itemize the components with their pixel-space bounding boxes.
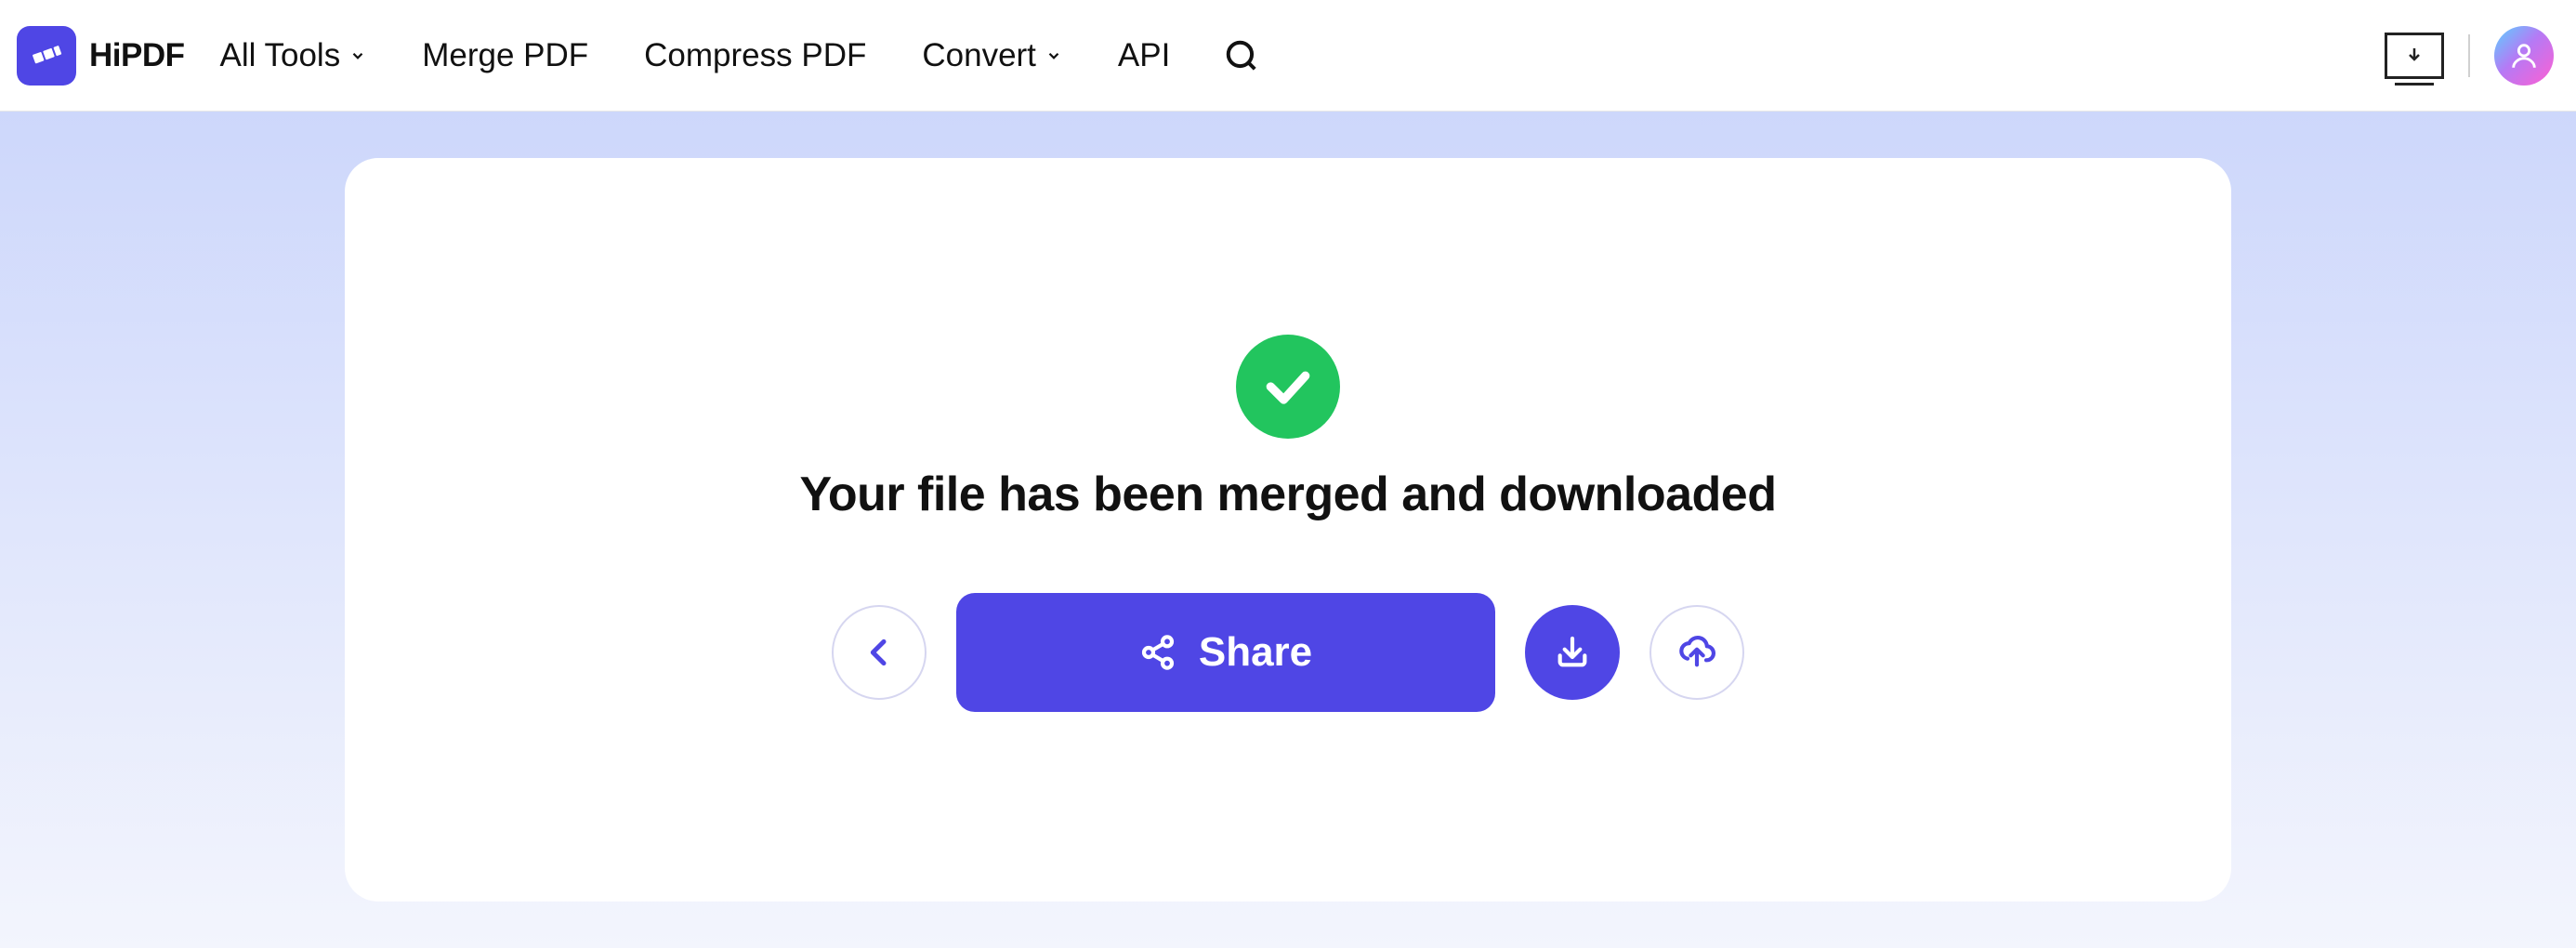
main-nav: All Tools Merge PDF Compress PDF Convert… — [220, 37, 1171, 74]
download-button[interactable] — [1525, 605, 1620, 700]
logo-icon — [28, 37, 65, 74]
divider — [2468, 34, 2470, 77]
nav-convert[interactable]: Convert — [922, 37, 1062, 74]
download-icon — [1554, 634, 1591, 671]
share-icon — [1139, 634, 1176, 671]
nav-label: Compress PDF — [644, 37, 866, 74]
nav-compress-pdf[interactable]: Compress PDF — [644, 37, 866, 74]
nav-api[interactable]: API — [1118, 37, 1170, 74]
user-avatar[interactable] — [2494, 26, 2554, 86]
chevron-left-icon — [861, 634, 898, 671]
nav-all-tools[interactable]: All Tools — [220, 37, 367, 74]
brand-name[interactable]: HiPDF — [89, 37, 185, 74]
success-title: Your file has been merged and downloaded — [800, 467, 1777, 522]
nav-label: API — [1118, 37, 1170, 74]
logo[interactable] — [17, 26, 76, 86]
chevron-down-icon — [1045, 47, 1062, 64]
result-card: Your file has been merged and downloaded… — [345, 158, 2231, 902]
check-icon — [1262, 361, 1314, 413]
share-label: Share — [1199, 629, 1312, 676]
back-button[interactable] — [832, 605, 927, 700]
success-check — [1236, 335, 1340, 439]
nav-merge-pdf[interactable]: Merge PDF — [422, 37, 588, 74]
main-area: Your file has been merged and downloaded… — [0, 112, 2576, 948]
nav-label: All Tools — [220, 37, 341, 74]
chevron-down-icon — [349, 47, 366, 64]
search-icon — [1224, 38, 1259, 73]
cloud-upload-icon — [1678, 634, 1715, 671]
download-app-button[interactable] — [2385, 33, 2444, 79]
nav-label: Merge PDF — [422, 37, 588, 74]
cloud-upload-button[interactable] — [1649, 605, 1744, 700]
share-button[interactable]: Share — [956, 593, 1495, 712]
header-right — [2385, 26, 2554, 86]
action-row: Share — [832, 593, 1744, 712]
user-icon — [2508, 40, 2540, 72]
header: HiPDF All Tools Merge PDF Compress PDF C… — [0, 0, 2576, 112]
nav-label: Convert — [922, 37, 1036, 74]
download-icon — [2403, 45, 2425, 67]
search-button[interactable] — [1224, 38, 1259, 73]
